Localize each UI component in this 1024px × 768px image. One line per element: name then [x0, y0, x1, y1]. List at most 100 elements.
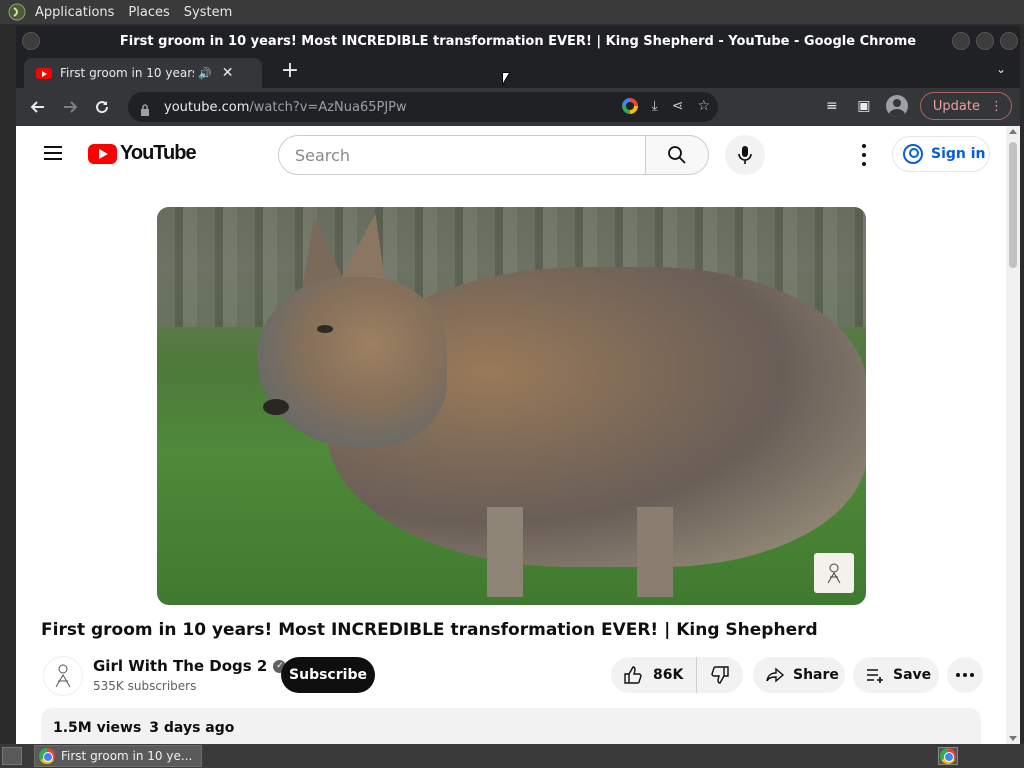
google-lens-icon[interactable]: [621, 98, 638, 114]
minimize-button[interactable]: [952, 32, 970, 50]
window-titlebar[interactable]: First groom in 10 years! Most INCREDIBLE…: [16, 26, 1020, 56]
url-text[interactable]: youtube.com/watch?v=AzNua65PJPw: [164, 100, 407, 115]
close-window-button[interactable]: [1000, 32, 1018, 50]
chrome-window: First groom in 10 years! Most INCREDIBLE…: [16, 26, 1020, 744]
install-app-icon[interactable]: ⤓: [652, 98, 658, 114]
channel-avatar[interactable]: [43, 656, 83, 696]
address-bar[interactable]: youtube.com/watch?v=AzNua65PJPw ⤓ ⋖ ☆: [128, 92, 718, 122]
view-count: 1.5M views: [53, 720, 142, 736]
media-controls-icon[interactable]: ≡: [822, 98, 842, 114]
video-player[interactable]: [157, 207, 866, 605]
save-button[interactable]: Save: [853, 657, 939, 693]
taskbar-window-label: First groom in 10 ye...: [61, 749, 193, 763]
more-actions-button[interactable]: [947, 657, 983, 693]
tab-youtube[interactable]: First groom in 10 years! Mo 🔊 ✕: [24, 58, 262, 88]
update-button[interactable]: Update ⋮: [919, 92, 1012, 120]
system-menu[interactable]: System: [177, 5, 239, 20]
kebab-menu-icon: ⋮: [990, 98, 1003, 114]
tab-search-chevron-icon[interactable]: ⌄: [996, 62, 1006, 76]
share-label: Share: [793, 667, 839, 683]
show-desktop-button[interactable]: [2, 747, 22, 765]
save-label: Save: [893, 667, 932, 683]
tray-chrome-icon[interactable]: [938, 747, 958, 765]
youtube-logo[interactable]: YouTube: [88, 142, 197, 165]
youtube-masthead: YouTube Search Sign in: [16, 126, 1006, 182]
like-count: 86K: [653, 667, 684, 683]
save-playlist-icon: [867, 669, 883, 683]
close-icon[interactable]: ✕: [222, 65, 234, 81]
search-button[interactable]: [645, 135, 709, 175]
side-panel-icon[interactable]: ▣: [854, 98, 874, 114]
new-tab-button[interactable]: +: [278, 60, 302, 84]
youtube-wordmark: YouTube: [120, 142, 197, 164]
channel-name: Girl With The Dogs 2: [93, 657, 268, 675]
youtube-play-icon: [88, 143, 117, 164]
thumbs-up-icon: [624, 666, 642, 684]
url-path: /watch?v=AzNua65PJPw: [249, 99, 407, 115]
subscriber-count: 535K subscribers: [93, 679, 197, 693]
chrome-icon: [39, 748, 55, 764]
places-menu[interactable]: Places: [121, 5, 176, 20]
reload-icon: [96, 101, 109, 114]
search-input[interactable]: Search: [278, 135, 646, 175]
browser-toolbar: youtube.com/watch?v=AzNua65PJPw ⤓ ⋖ ☆ ≡ …: [16, 88, 1020, 126]
microphone-icon: [738, 146, 752, 164]
bookmark-star-icon[interactable]: ☆: [697, 98, 710, 114]
hamburger-menu-icon[interactable]: [44, 146, 62, 160]
scroll-up-arrow-icon[interactable]: [1009, 129, 1017, 134]
dog-legs: [457, 507, 757, 597]
arrow-left-icon: [30, 101, 44, 113]
forward-button[interactable]: [54, 92, 86, 122]
owner-row: Girl With The Dogs 2 ✓ 535K subscribers …: [41, 654, 991, 696]
channel-name-link[interactable]: Girl With The Dogs 2 ✓: [93, 657, 287, 675]
upload-date: 3 days ago: [149, 720, 235, 736]
top-panel: Applications Places System: [0, 0, 1024, 24]
profile-avatar-icon[interactable]: [885, 95, 908, 117]
like-dislike-group: 86K: [611, 657, 743, 693]
window-title: First groom in 10 years! Most INCREDIBLE…: [119, 33, 917, 49]
window-menu-button[interactable]: [22, 32, 40, 50]
back-button[interactable]: [22, 92, 54, 122]
dog-nose: [263, 399, 289, 415]
dislike-button[interactable]: [697, 665, 743, 685]
account-icon: [903, 144, 923, 164]
arrow-right-icon: [64, 101, 78, 113]
youtube-favicon-icon: [36, 67, 52, 79]
maximize-button[interactable]: [976, 32, 994, 50]
chrome-icon: [940, 748, 956, 764]
settings-more-icon[interactable]: [854, 144, 874, 166]
tab-strip: First groom in 10 years! Mo 🔊 ✕ + ⌄: [16, 56, 1020, 88]
tab-title: First groom in 10 years! Mo: [60, 66, 194, 80]
scroll-down-arrow-icon[interactable]: [1009, 736, 1017, 741]
sign-in-label: Sign in: [931, 146, 986, 162]
omnibox-actions: ⤓ ⋖ ☆: [621, 98, 710, 114]
taskbar-chrome-window[interactable]: First groom in 10 ye...: [34, 745, 202, 767]
youtube-page: YouTube Search Sign in First groom in 10…: [16, 126, 1020, 744]
dog-head: [257, 277, 447, 447]
video-title: First groom in 10 years! Most INCREDIBLE…: [41, 620, 818, 640]
bottom-taskbar: First groom in 10 ye...: [0, 744, 1024, 768]
subscribe-button[interactable]: Subscribe: [281, 657, 375, 693]
page-scrollbar[interactable]: [1006, 126, 1020, 744]
speaker-icon[interactable]: 🔊: [198, 67, 212, 80]
description-box[interactable]: 1.5M views 3 days ago: [41, 708, 981, 744]
dog-eye: [317, 325, 333, 333]
gnome-foot-icon[interactable]: [6, 1, 28, 23]
thumbs-down-icon: [711, 666, 729, 684]
update-label: Update: [932, 98, 980, 114]
reload-button[interactable]: [86, 92, 118, 122]
url-host: youtube.com: [164, 99, 250, 115]
voice-search-button[interactable]: [725, 135, 765, 175]
channel-watermark-icon[interactable]: [814, 553, 854, 593]
toolbar-right: ≡ ▣ Update ⋮: [822, 92, 1012, 120]
scrollbar-thumb[interactable]: [1009, 142, 1017, 268]
like-button[interactable]: 86K: [611, 657, 697, 693]
lock-icon[interactable]: [140, 101, 150, 116]
mouse-cursor-icon: [502, 72, 511, 86]
applications-menu[interactable]: Applications: [28, 5, 121, 20]
sign-in-button[interactable]: Sign in: [892, 136, 990, 172]
share-arrow-icon: [766, 667, 785, 683]
share-icon[interactable]: ⋖: [672, 98, 684, 114]
share-button[interactable]: Share: [753, 657, 845, 693]
search-icon: [668, 146, 686, 164]
